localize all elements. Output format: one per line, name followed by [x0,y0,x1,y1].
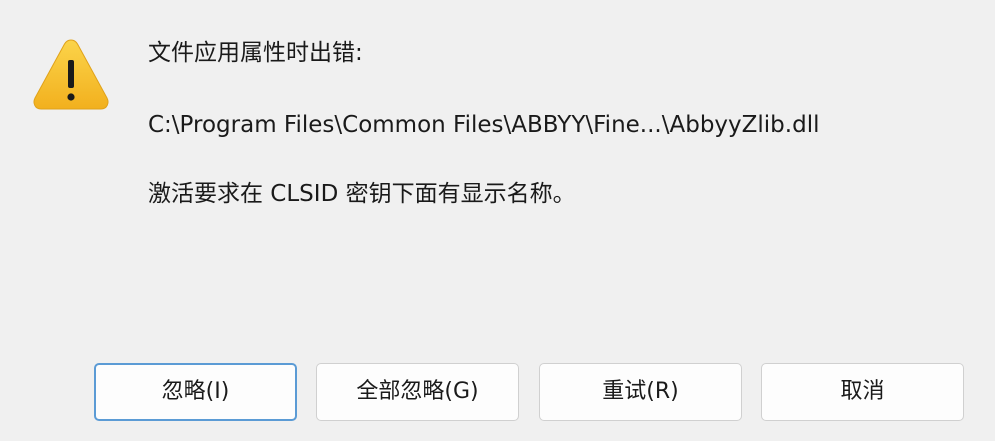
ignore-all-button[interactable]: 全部忽略(G) [316,363,519,421]
warning-icon [32,36,110,114]
error-detail: 激活要求在 CLSID 密钥下面有显示名称。 [148,181,576,207]
ignore-button[interactable]: 忽略(I) [94,363,297,421]
error-dialog: 文件应用属性时出错: C:\Program Files\Common Files… [0,0,995,441]
file-path: C:\Program Files\Common Files\ABBYY\Fine… [148,112,820,138]
message-heading: 文件应用属性时出错: [148,40,363,66]
cancel-button[interactable]: 取消 [761,363,964,421]
retry-button[interactable]: 重试(R) [539,363,742,421]
